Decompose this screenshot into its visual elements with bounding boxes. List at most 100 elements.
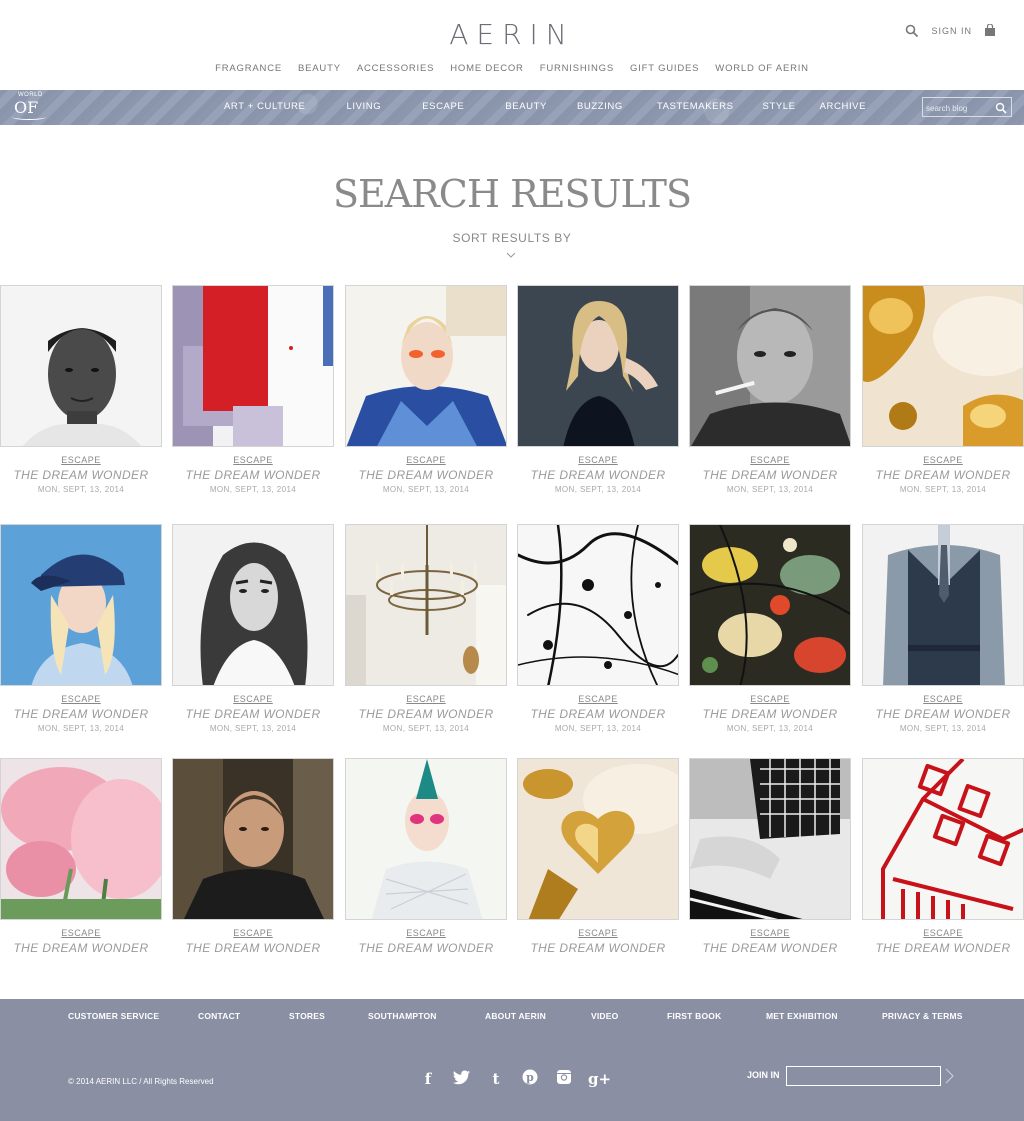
- result-card[interactable]: ESCAPE THE DREAM WONDER MON, SEPT, 13, 201…: [345, 285, 507, 494]
- result-thumbnail[interactable]: [689, 285, 851, 447]
- result-category-link[interactable]: ESCAPE: [172, 928, 334, 938]
- result-category-link[interactable]: ESCAPE: [345, 694, 507, 704]
- result-card[interactable]: ESCAPE THE DREAM WONDER: [862, 758, 1024, 955]
- result-title[interactable]: THE DREAM WONDER: [517, 941, 679, 955]
- result-thumbnail[interactable]: [345, 524, 507, 686]
- result-card[interactable]: ESCAPE THE DREAM WONDER MON, SEPT, 13, 201…: [689, 285, 851, 494]
- result-title[interactable]: THE DREAM WONDER: [689, 941, 851, 955]
- result-thumbnail[interactable]: [862, 524, 1024, 686]
- result-category-link[interactable]: ESCAPE: [172, 694, 334, 704]
- result-thumbnail[interactable]: [517, 758, 679, 920]
- result-category-link[interactable]: ESCAPE: [345, 928, 507, 938]
- newsletter-email-field[interactable]: [786, 1066, 941, 1086]
- result-thumbnail[interactable]: [172, 758, 334, 920]
- blog-nav-buzzing[interactable]: BUZZING: [577, 101, 623, 112]
- result-card[interactable]: ESCAPE THE DREAM WONDER MON, SEPT, 13, 201…: [0, 524, 162, 733]
- footer-link-first-book[interactable]: FIRST BOOK: [667, 1011, 721, 1021]
- nav-item-accessories[interactable]: ACCESSORIES: [357, 63, 434, 74]
- result-thumbnail[interactable]: [517, 524, 679, 686]
- result-title[interactable]: THE DREAM WONDER: [0, 941, 162, 955]
- footer-link-stores[interactable]: STORES: [289, 1011, 325, 1021]
- result-card[interactable]: ESCAPE THE DREAM WONDER: [0, 758, 162, 955]
- result-category-link[interactable]: ESCAPE: [345, 455, 507, 465]
- result-thumbnail[interactable]: [0, 758, 162, 920]
- result-title[interactable]: THE DREAM WONDER: [345, 707, 507, 721]
- result-category-link[interactable]: ESCAPE: [862, 694, 1024, 704]
- footer-link-met-exhibition[interactable]: MET EXHIBITION: [766, 1011, 838, 1021]
- result-title[interactable]: THE DREAM WONDER: [0, 707, 162, 721]
- pinterest-icon[interactable]: p: [520, 1069, 540, 1089]
- result-card[interactable]: ESCAPE THE DREAM WONDER MON, SEPT, 13, 201…: [172, 524, 334, 733]
- footer-link-southampton[interactable]: SOUTHAMPTON: [368, 1011, 437, 1021]
- sort-results-dropdown[interactable]: SORT RESULTS BY: [0, 231, 1024, 245]
- result-title[interactable]: THE DREAM WONDER: [345, 468, 507, 482]
- result-category-link[interactable]: ESCAPE: [172, 455, 334, 465]
- result-title[interactable]: THE DREAM WONDER: [0, 468, 162, 482]
- blog-search-input[interactable]: [923, 99, 993, 118]
- result-title[interactable]: THE DREAM WONDER: [345, 941, 507, 955]
- footer-link-customer-service[interactable]: CUSTOMER SERVICE: [68, 1011, 159, 1021]
- result-category-link[interactable]: ESCAPE: [0, 694, 162, 704]
- footer-link-about-aerin[interactable]: ABOUT AERIN: [485, 1011, 546, 1021]
- result-card[interactable]: ESCAPE THE DREAM WONDER MON, SEPT, 13, 201…: [0, 285, 162, 494]
- tumblr-icon[interactable]: t: [486, 1070, 506, 1088]
- result-title[interactable]: THE DREAM WONDER: [172, 707, 334, 721]
- footer-link-contact[interactable]: CONTACT: [198, 1011, 240, 1021]
- twitter-icon[interactable]: [452, 1070, 472, 1089]
- result-category-link[interactable]: ESCAPE: [689, 928, 851, 938]
- blog-search-icon[interactable]: [995, 101, 1007, 119]
- result-title[interactable]: THE DREAM WONDER: [689, 468, 851, 482]
- result-card[interactable]: ESCAPE THE DREAM WONDER MON, SEPT, 13, 201…: [689, 524, 851, 733]
- result-thumbnail[interactable]: [345, 285, 507, 447]
- submit-arrow-icon[interactable]: [944, 1068, 954, 1084]
- chevron-down-icon[interactable]: [505, 250, 517, 260]
- result-title[interactable]: THE DREAM WONDER: [517, 468, 679, 482]
- result-category-link[interactable]: ESCAPE: [0, 928, 162, 938]
- facebook-icon[interactable]: f: [418, 1070, 438, 1088]
- result-thumbnail[interactable]: [0, 285, 162, 447]
- blog-nav-beauty[interactable]: BEAUTY: [505, 101, 547, 112]
- nav-item-gift-guides[interactable]: GIFT GUIDES: [630, 63, 699, 74]
- result-title[interactable]: THE DREAM WONDER: [172, 468, 334, 482]
- nav-item-fragrance[interactable]: FRAGRANCE: [215, 63, 282, 74]
- result-category-link[interactable]: ESCAPE: [517, 694, 679, 704]
- result-title[interactable]: THE DREAM WONDER: [862, 468, 1024, 482]
- result-title[interactable]: THE DREAM WONDER: [862, 941, 1024, 955]
- result-category-link[interactable]: ESCAPE: [862, 928, 1024, 938]
- result-card[interactable]: ESCAPE THE DREAM WONDER MON, SEPT, 13, 201…: [862, 285, 1024, 494]
- sign-in-link[interactable]: SIGN IN: [931, 26, 972, 36]
- blog-nav-living[interactable]: LIVING: [346, 101, 381, 112]
- result-title[interactable]: THE DREAM WONDER: [862, 707, 1024, 721]
- result-card[interactable]: ESCAPE THE DREAM WONDER: [345, 758, 507, 955]
- result-category-link[interactable]: ESCAPE: [862, 455, 1024, 465]
- result-category-link[interactable]: ESCAPE: [517, 455, 679, 465]
- result-card[interactable]: ESCAPE THE DREAM WONDER MON, SEPT, 13, 201…: [517, 285, 679, 494]
- result-card[interactable]: ESCAPE THE DREAM WONDER MON, SEPT, 13, 201…: [172, 285, 334, 494]
- result-title[interactable]: THE DREAM WONDER: [517, 707, 679, 721]
- result-card[interactable]: ESCAPE THE DREAM WONDER MON, SEPT, 13, 201…: [345, 524, 507, 733]
- result-thumbnail[interactable]: [862, 285, 1024, 447]
- footer-link-video[interactable]: VIDEO: [591, 1011, 618, 1021]
- result-category-link[interactable]: ESCAPE: [517, 928, 679, 938]
- blog-nav-art-culture[interactable]: ART + CULTURE: [224, 101, 305, 112]
- result-thumbnail[interactable]: [0, 524, 162, 686]
- result-title[interactable]: THE DREAM WONDER: [689, 707, 851, 721]
- nav-item-home-decor[interactable]: HOME DECOR: [450, 63, 523, 74]
- nav-item-furnishings[interactable]: FURNISHINGS: [540, 63, 614, 74]
- nav-item-world-of-aerin[interactable]: WORLD OF AERIN: [715, 63, 809, 74]
- blog-nav-archive[interactable]: ARCHIVE: [820, 101, 866, 112]
- result-card[interactable]: ESCAPE THE DREAM WONDER MON, SEPT, 13, 201…: [517, 524, 679, 733]
- blog-nav-style[interactable]: STYLE: [763, 101, 796, 112]
- result-category-link[interactable]: ESCAPE: [689, 455, 851, 465]
- aerin-logo[interactable]: AERIN: [0, 18, 1024, 51]
- world-of-aerin-logo[interactable]: WORLD OF: [10, 92, 50, 122]
- result-thumbnail[interactable]: [689, 524, 851, 686]
- result-category-link[interactable]: ESCAPE: [0, 455, 162, 465]
- result-card[interactable]: ESCAPE THE DREAM WONDER: [172, 758, 334, 955]
- instagram-icon[interactable]: [554, 1069, 574, 1089]
- footer-link-privacy-terms[interactable]: PRIVACY & TERMS: [882, 1011, 963, 1021]
- result-card[interactable]: ESCAPE THE DREAM WONDER MON, SEPT, 13, 201…: [862, 524, 1024, 733]
- shopping-bag-icon[interactable]: [984, 23, 998, 38]
- result-thumbnail[interactable]: [172, 524, 334, 686]
- google-plus-icon[interactable]: g+: [588, 1070, 611, 1088]
